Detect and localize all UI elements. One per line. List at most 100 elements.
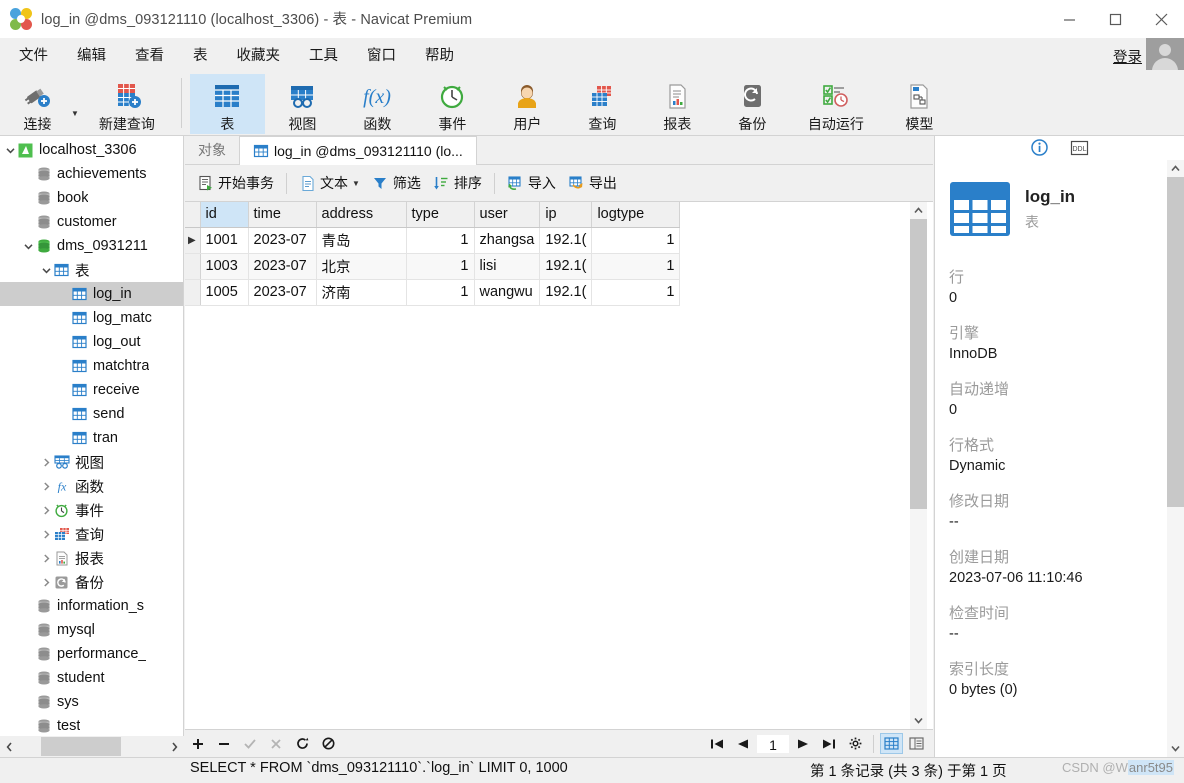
cell-address[interactable]: 济南	[316, 279, 407, 306]
column-header-time[interactable]: time	[248, 202, 317, 228]
info-tab-icon[interactable]	[1030, 139, 1048, 161]
filter-button[interactable]: 筛选	[366, 170, 427, 196]
menu-file[interactable]: 文件	[8, 40, 59, 69]
first-page-button[interactable]	[707, 734, 727, 754]
cell-time[interactable]: 2023-07	[248, 253, 317, 280]
close-button[interactable]	[1138, 0, 1184, 38]
cell-address[interactable]: 北京	[316, 253, 407, 280]
cell-logtype[interactable]: 1	[591, 279, 681, 306]
tree-node-[interactable]: 备份	[0, 570, 183, 594]
table-row[interactable]: 1003 2023-07 北京 1 lisi 192.1(1	[185, 253, 681, 280]
cell-logtype[interactable]: 1	[591, 227, 681, 254]
import-button[interactable]: 导入	[501, 170, 562, 196]
toolbar-query[interactable]: 查询	[565, 74, 640, 134]
toolbar-function[interactable]: f(x) 函数	[340, 74, 415, 134]
cell-time[interactable]: 2023-07	[248, 227, 317, 254]
toolbar-new-query[interactable]: 新建查询	[81, 74, 173, 134]
cell-address[interactable]: 青岛	[316, 227, 407, 254]
tree-node-performance_[interactable]: performance_	[0, 642, 183, 666]
tree-node-book[interactable]: book	[0, 186, 183, 210]
menu-help[interactable]: 帮助	[414, 40, 465, 69]
grid-scroll-down-icon[interactable]	[910, 712, 927, 729]
menu-edit[interactable]: 编辑	[66, 40, 117, 69]
form-view-toggle[interactable]	[905, 733, 928, 754]
tab-objects[interactable]: 对象	[185, 136, 239, 164]
grid-settings-button[interactable]	[845, 734, 865, 754]
sidebar-scroll-right-icon[interactable]	[165, 736, 184, 757]
text-dropdown-caret-icon[interactable]: ▼	[352, 179, 360, 188]
tree-node-[interactable]: 视图	[0, 450, 183, 474]
tree-node-tran[interactable]: tran	[0, 426, 183, 450]
info-scroll-thumb[interactable]	[1167, 177, 1184, 507]
table-row[interactable]: ▶ 1001 2023-07 青岛 1 zhangsa 192.1(1	[185, 227, 681, 254]
info-panel-scrollbar[interactable]	[1167, 160, 1184, 757]
menu-view[interactable]: 查看	[124, 40, 175, 69]
cell-type[interactable]: 1	[406, 279, 475, 306]
tree-node-send[interactable]: send	[0, 402, 183, 426]
tree-node-customer[interactable]: customer	[0, 210, 183, 234]
cell-logtype[interactable]: 1	[591, 253, 681, 280]
table-row[interactable]: 1005 2023-07 济南 1 wangwu 192.1(1	[185, 279, 681, 306]
toolbar-backup[interactable]: 备份	[715, 74, 790, 134]
tree-node-[interactable]: fx 函数	[0, 474, 183, 498]
next-page-button[interactable]	[793, 734, 813, 754]
cell-ip[interactable]: 192.1(	[539, 253, 593, 280]
cell-user[interactable]: zhangsa	[474, 227, 541, 254]
tree-node-achievements[interactable]: achievements	[0, 162, 183, 186]
cell-time[interactable]: 2023-07	[248, 279, 317, 306]
sidebar-hscroll-thumb[interactable]	[41, 737, 121, 756]
toolbar-report[interactable]: 报表	[640, 74, 715, 134]
tree-node-[interactable]: 查询	[0, 522, 183, 546]
tree-node-log_out[interactable]: log_out	[0, 330, 183, 354]
data-grid[interactable]: id time address type user ip logtype ▶ 1001 2023-…	[185, 202, 933, 729]
connection-dropdown-caret-icon[interactable]: ▼	[71, 91, 79, 118]
tree-node-[interactable]: 表	[0, 258, 183, 282]
last-page-button[interactable]	[819, 734, 839, 754]
tree-node-mysql[interactable]: mysql	[0, 618, 183, 642]
cell-id[interactable]: 1001	[200, 227, 249, 254]
tree-node-dms_0931211[interactable]: dms_0931211	[0, 234, 183, 258]
chevron-down-icon[interactable]	[22, 243, 35, 250]
cancel-changes-button[interactable]	[266, 734, 286, 754]
tree-node-test[interactable]: test	[0, 714, 183, 736]
tree-node-matchtra[interactable]: matchtra	[0, 354, 183, 378]
cell-type[interactable]: 1	[406, 227, 475, 254]
grid-vertical-scrollbar[interactable]	[910, 202, 927, 729]
row-marker[interactable]: ▶	[185, 227, 201, 254]
minimize-button[interactable]	[1046, 0, 1092, 38]
grid-scroll-thumb[interactable]	[910, 219, 927, 509]
chevron-right-icon[interactable]	[40, 481, 53, 491]
column-header-id[interactable]: id	[200, 202, 249, 228]
sidebar-hscroll-track[interactable]	[19, 736, 165, 757]
chevron-right-icon[interactable]	[40, 529, 53, 539]
tree-node-student[interactable]: student	[0, 666, 183, 690]
export-button[interactable]: 导出	[562, 170, 623, 196]
info-scroll-down-icon[interactable]	[1167, 740, 1184, 757]
chevron-down-icon[interactable]	[4, 147, 17, 154]
page-number-input[interactable]: 1	[756, 733, 790, 754]
refresh-button[interactable]	[292, 734, 312, 754]
add-record-button[interactable]	[188, 734, 208, 754]
grid-scroll-up-icon[interactable]	[910, 202, 927, 219]
info-scroll-up-icon[interactable]	[1167, 160, 1184, 177]
chevron-right-icon[interactable]	[40, 577, 53, 587]
tree-node-[interactable]: 事件	[0, 498, 183, 522]
cell-type[interactable]: 1	[406, 253, 475, 280]
tree-node-localhost_3306[interactable]: localhost_3306	[0, 138, 183, 162]
chevron-down-icon[interactable]	[40, 267, 53, 274]
column-header-type[interactable]: type	[406, 202, 475, 228]
toolbar-connection[interactable]: 连接	[0, 74, 75, 134]
object-tree-sidebar[interactable]: localhost_3306 achievements book customer dm…	[0, 136, 184, 736]
delete-record-button[interactable]	[214, 734, 234, 754]
cell-user[interactable]: wangwu	[474, 279, 541, 306]
tab-log-in-table[interactable]: log_in @dms_093121110 (lo...	[239, 136, 477, 165]
toolbar-user[interactable]: 用户	[490, 74, 565, 134]
row-marker[interactable]	[185, 279, 201, 306]
column-header-logtype[interactable]: logtype	[591, 202, 681, 228]
tree-node-log_in[interactable]: log_in	[0, 282, 183, 306]
menu-tools[interactable]: 工具	[298, 40, 349, 69]
tree-node-log_matc[interactable]: log_matc	[0, 306, 183, 330]
menu-favorites[interactable]: 收藏夹	[226, 40, 292, 69]
sidebar-scroll-left-icon[interactable]	[0, 736, 19, 757]
menu-window[interactable]: 窗口	[356, 40, 407, 69]
